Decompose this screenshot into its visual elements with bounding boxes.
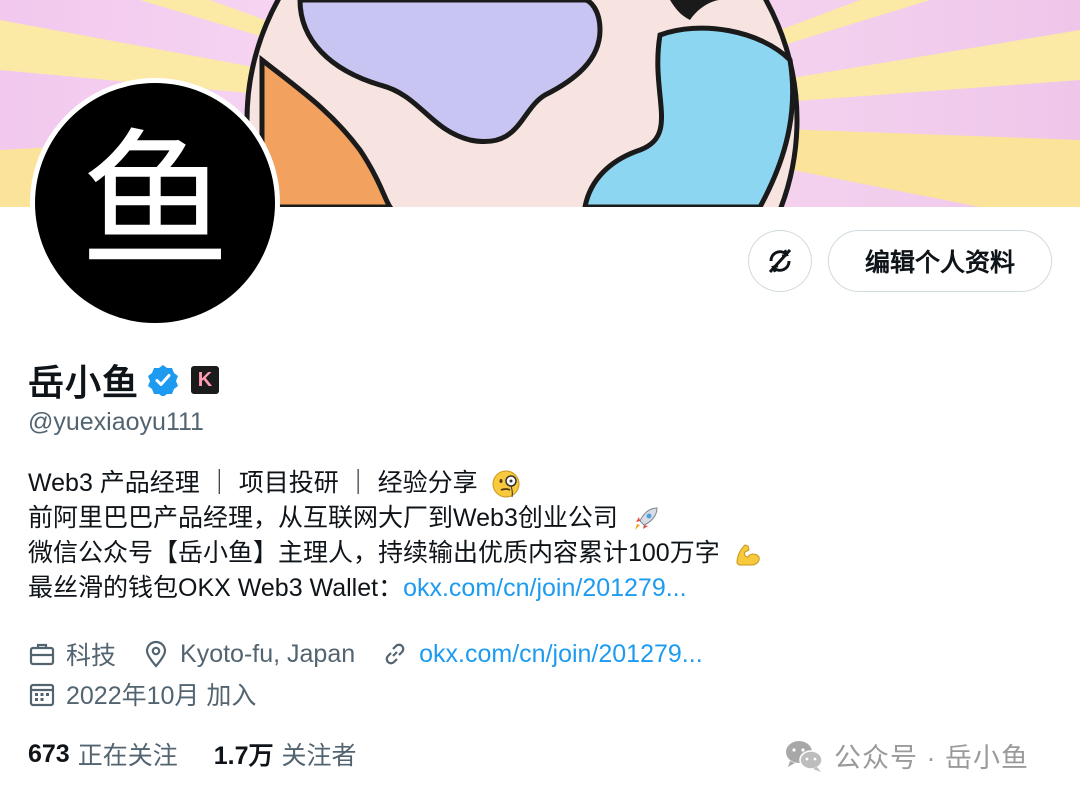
bio-line-1: Web3 产品经理 ｜ 项目投研 ｜ 经验分享 bbox=[28, 466, 1048, 501]
avatar-image: 鱼 bbox=[35, 83, 275, 323]
bio-line-2-text: 前阿里巴巴产品经理，从互联网大厂到Web3创业公司 bbox=[28, 504, 618, 532]
location-pin-icon bbox=[145, 640, 167, 668]
wechat-icon bbox=[786, 740, 823, 772]
bio-line-3: 微信公众号【岳小鱼】主理人，持续输出优质内容累计100万字 bbox=[28, 536, 1048, 571]
meta-category: 科技 bbox=[28, 636, 116, 672]
watermark: 公众号 · 岳小鱼 bbox=[784, 736, 1029, 775]
name-row: 岳小鱼 K bbox=[28, 356, 220, 404]
meta-website-link[interactable]: okx.com/cn/join/201279... bbox=[419, 640, 703, 669]
meta-website: okx.com/cn/join/201279... bbox=[381, 640, 703, 669]
no-sync-icon bbox=[768, 248, 792, 274]
avatar[interactable]: 鱼 bbox=[30, 78, 280, 328]
following-label[interactable]: 正在关注 bbox=[78, 736, 178, 772]
verified-badge-icon[interactable] bbox=[147, 364, 179, 396]
meta-location-label: Kyoto-fu, Japan bbox=[180, 639, 356, 668]
k-badge-icon[interactable]: K bbox=[191, 366, 220, 394]
display-name: 岳小鱼 bbox=[28, 362, 140, 403]
briefcase-icon bbox=[29, 643, 55, 666]
meta-location: Kyoto-fu, Japan bbox=[142, 640, 355, 669]
user-handle: @yuexiaoyu111 bbox=[28, 408, 204, 436]
link-icon bbox=[385, 643, 405, 665]
bio-wallet-link[interactable]: okx.com/cn/join/201279... bbox=[403, 574, 687, 602]
calendar-icon bbox=[29, 683, 55, 707]
flexed-biceps-emoji-icon bbox=[736, 544, 760, 566]
k-badge-letter: K bbox=[197, 368, 213, 391]
bio-line-1-text: Web3 产品经理 ｜ 项目投研 ｜ 经验分享 bbox=[28, 469, 478, 497]
followers-label[interactable]: 关注者 bbox=[282, 736, 357, 772]
avatar-character: 鱼 bbox=[79, 116, 230, 290]
bio-line-3-text: 微信公众号【岳小鱼】主理人，持续输出优质内容累计100万字 bbox=[28, 539, 720, 567]
profile-meta-row: 科技 Kyoto-fu, Japan okx.com/cn/join/20127… bbox=[28, 636, 729, 672]
meta-category-label: 科技 bbox=[66, 642, 117, 670]
bio-line-4: 最丝滑的钱包OKX Web3 Wallet：okx.com/cn/join/20… bbox=[28, 571, 1048, 606]
meta-joined: 2022年10月 加入 bbox=[28, 676, 256, 712]
bio-line-4-text: 最丝滑的钱包OKX Web3 Wallet： bbox=[28, 574, 404, 602]
bio-line-2: 前阿里巴巴产品经理，从互联网大厂到Web3创业公司 bbox=[28, 501, 1048, 536]
follow-stats: 673 正在关注 1.7万 关注者 bbox=[28, 736, 393, 772]
edit-profile-button[interactable]: 编辑个人资料 bbox=[828, 230, 1052, 292]
bio: Web3 产品经理 ｜ 项目投研 ｜ 经验分享 前阿里巴巴产品经理，从互联网大厂… bbox=[28, 466, 1048, 606]
watermark-text: 公众号 · 岳小鱼 bbox=[834, 743, 1029, 773]
rocket-emoji-icon bbox=[634, 507, 658, 531]
profile-joined-row: 2022年10月 加入 bbox=[28, 676, 282, 712]
meta-joined-label: 2022年10月 加入 bbox=[66, 682, 257, 710]
sync-toggle-button[interactable] bbox=[748, 230, 812, 292]
followers-count[interactable]: 1.7万 bbox=[214, 736, 274, 772]
monocle-face-emoji-icon bbox=[492, 470, 520, 498]
following-count[interactable]: 673 bbox=[28, 740, 70, 769]
